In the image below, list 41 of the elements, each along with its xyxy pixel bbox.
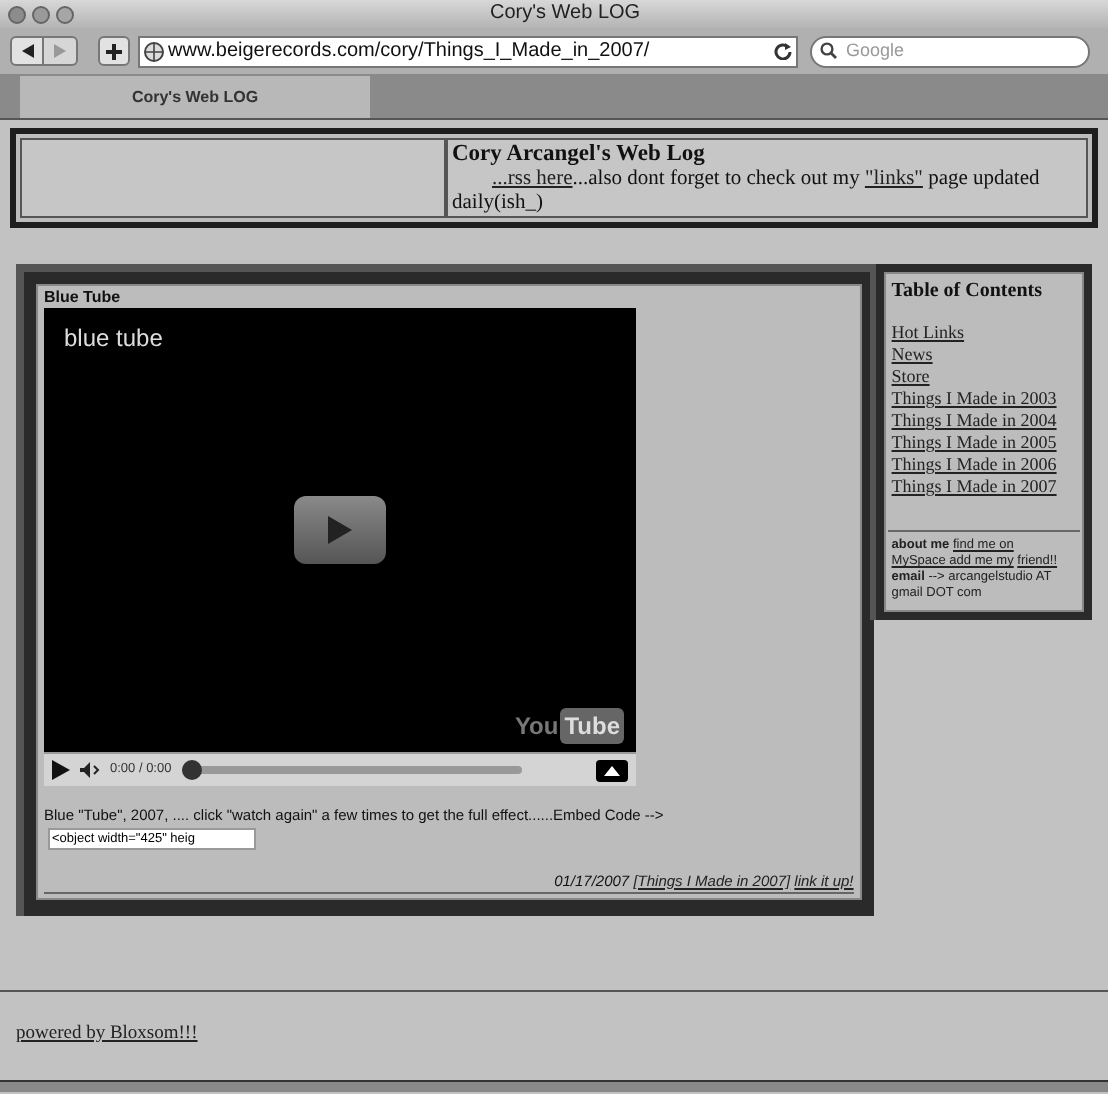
play-icon[interactable] (52, 760, 70, 780)
fullscreen-icon (604, 765, 620, 775)
toc-link[interactable]: Store (891, 366, 1076, 388)
globe-icon (144, 41, 164, 61)
video-title: blue tube (64, 322, 163, 356)
toc-link[interactable]: Things I Made in 2003 (891, 388, 1076, 410)
plus-icon (106, 43, 122, 59)
window-title: Cory's Web LOG (490, 0, 641, 28)
toc-link[interactable]: Things I Made in 2004 (891, 410, 1076, 432)
link[interactable]: "links" (864, 168, 923, 190)
toc-link[interactable]: Hot Links (891, 322, 1076, 344)
toc-link[interactable]: Things I Made in 2006 (891, 454, 1076, 476)
search-icon (820, 42, 840, 60)
add-bookmark-button[interactable] (98, 36, 130, 66)
toc-link[interactable]: Things I Made in 2005 (891, 432, 1076, 454)
forward-arrow-icon (54, 44, 66, 58)
video-logo: You Tube (514, 708, 624, 744)
progress-slider[interactable] (181, 760, 522, 780)
back-arrow-icon (21, 44, 33, 58)
powered-by-link[interactable]: powered by Bloxsom!!! (16, 1024, 198, 1044)
blog-title: Cory Arcangel's Web Log (452, 140, 707, 168)
post-title: Blue Tube (44, 288, 123, 308)
toc-title: Table of Contents (891, 280, 1044, 304)
back-button[interactable] (10, 36, 44, 66)
play-button[interactable] (294, 496, 386, 564)
volume-icon[interactable] (80, 762, 100, 778)
address-field[interactable]: www.beigerecords.com/cory/Things_I_Made_in_2007/ (138, 35, 798, 67)
fullscreen-button[interactable] (596, 759, 628, 781)
close-icon[interactable] (8, 5, 26, 23)
toc-link[interactable]: Things I Made in 2007 (891, 476, 1076, 498)
header-text: ...rss here...also dont forget to check out my "links" page updated daily(ish_) (452, 168, 1042, 216)
url-text: www.beigerecords.com/cory/Things_I_Made_in_2007/ (168, 39, 652, 63)
browser-tab[interactable]: Cory's Web LOG (20, 76, 370, 118)
play-icon (328, 516, 352, 544)
toc-link[interactable]: News (891, 344, 1076, 366)
progress-thumb[interactable] (181, 760, 202, 780)
link[interactable]: ...rss here (492, 168, 573, 190)
search-placeholder: Google (846, 40, 905, 62)
reload-icon[interactable] (774, 42, 792, 60)
zoom-icon[interactable] (56, 5, 74, 23)
minimize-icon[interactable] (32, 5, 50, 23)
